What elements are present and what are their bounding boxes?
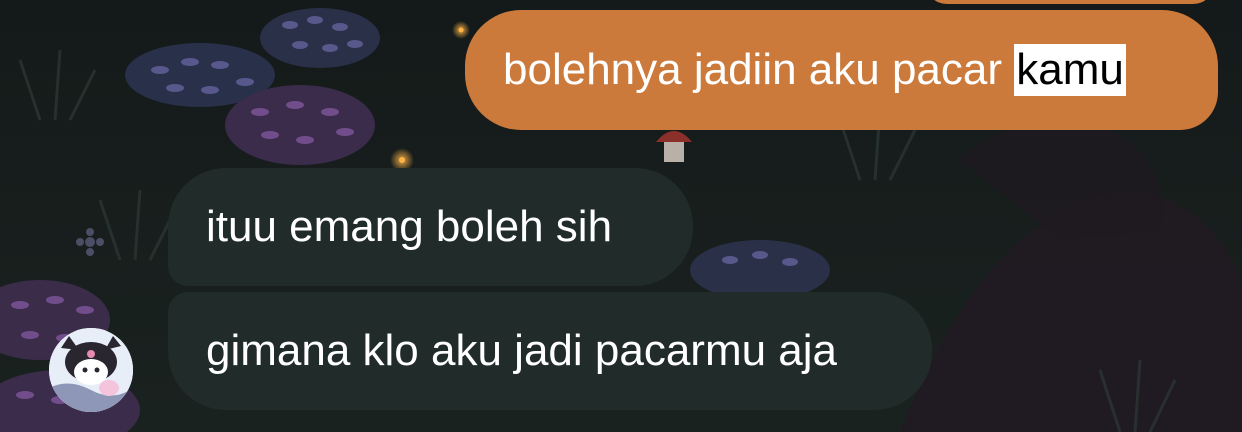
message-text[interactable]: bolehnya jadiin aku pacar (503, 44, 1014, 96)
outgoing-message-bubble[interactable]: bolehnya jadiin aku pacar kamu (465, 10, 1218, 130)
previous-message-bubble[interactable] (925, 0, 1215, 4)
selected-text[interactable]: kamu (1014, 44, 1126, 96)
incoming-message-bubble[interactable]: ituu emang boleh sih (168, 168, 693, 286)
message-text[interactable]: ituu emang boleh sih (206, 201, 612, 253)
incoming-message-bubble[interactable]: gimana klo aku jadi pacarmu aja (168, 292, 932, 410)
message-text[interactable]: gimana klo aku jadi pacarmu aja (206, 325, 837, 377)
kuromi-avatar-icon[interactable] (49, 328, 133, 412)
